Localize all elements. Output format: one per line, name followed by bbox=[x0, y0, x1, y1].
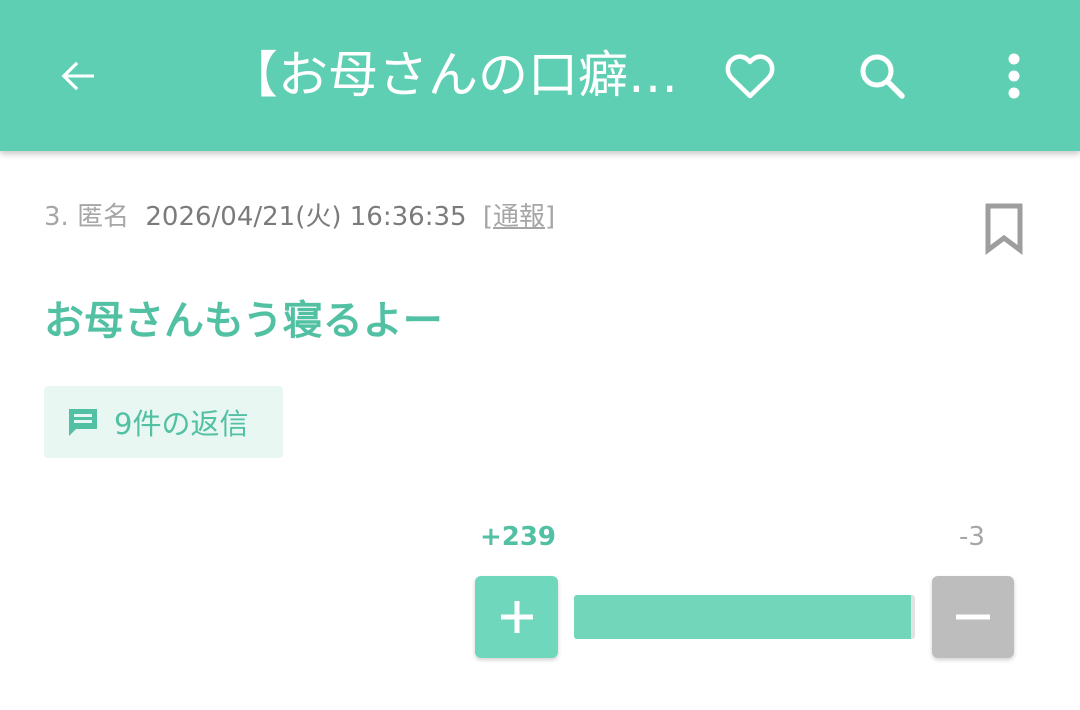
search-icon bbox=[860, 54, 905, 99]
back-button[interactable] bbox=[38, 0, 118, 151]
back-arrow-icon bbox=[61, 61, 94, 90]
search-button[interactable] bbox=[842, 0, 922, 151]
post-number: 3. bbox=[44, 202, 69, 232]
replies-button[interactable]: 9件の返信 bbox=[44, 386, 283, 458]
minus-vote-button[interactable] bbox=[932, 576, 1014, 658]
more-menu-button[interactable] bbox=[980, 0, 1048, 151]
vote-ratio-fill bbox=[574, 595, 911, 639]
page-title: 【お母さんの口癖… bbox=[228, 46, 678, 104]
app-bar: 【お母さんの口癖… bbox=[0, 0, 1080, 151]
bookmark-button[interactable] bbox=[980, 200, 1028, 256]
more-vertical-icon bbox=[1008, 53, 1020, 98]
report-link[interactable]: [通報] bbox=[483, 202, 555, 232]
vote-ratio-bar bbox=[574, 595, 915, 639]
favorite-button[interactable] bbox=[710, 0, 790, 151]
minus-vote-count: -3 bbox=[959, 522, 985, 552]
post-meta: 3. 匿名 2026/04/21(火) 16:36:35 [通報] bbox=[44, 196, 555, 233]
post-datetime: 2026/04/21(火) 16:36:35 bbox=[145, 202, 467, 232]
plus-vote-count: +239 bbox=[479, 522, 557, 552]
replies-label: 9件の返信 bbox=[114, 407, 249, 441]
post-author: 匿名 bbox=[77, 202, 130, 232]
plus-icon bbox=[500, 601, 533, 633]
heart-outline-icon bbox=[725, 53, 775, 98]
minus-icon bbox=[956, 614, 990, 620]
plus-vote-button[interactable] bbox=[475, 576, 558, 658]
comment-icon bbox=[69, 409, 97, 436]
bookmark-outline-icon bbox=[985, 203, 1023, 255]
post-body: お母さんもう寝るよー bbox=[44, 298, 443, 344]
